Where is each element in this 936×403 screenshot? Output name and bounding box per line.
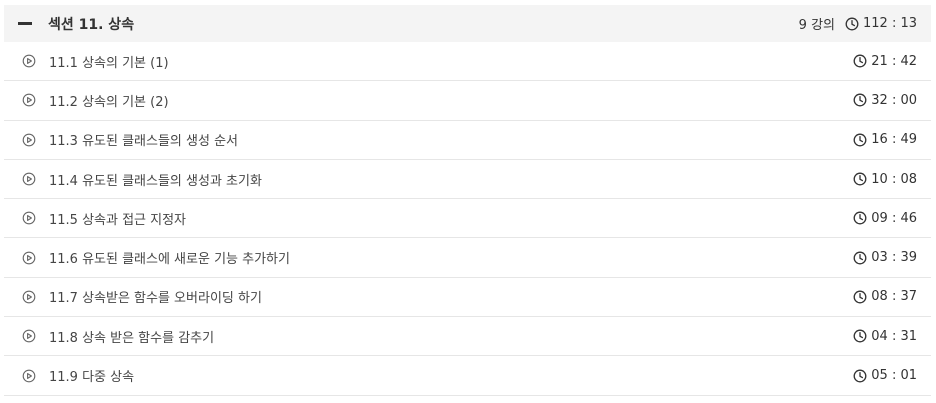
lecture-title: 11.3 유도된 클래스들의 생성 순서 <box>49 134 238 150</box>
lecture-duration: 10 : 08 <box>853 172 917 187</box>
lecture-title: 11.4 유도된 클래스들의 생성과 초기화 <box>49 173 262 189</box>
play-circle-icon <box>22 251 36 265</box>
duration-text: 04 : 31 <box>871 328 917 344</box>
play-circle-icon <box>22 54 36 68</box>
lecture-title: 11.5 상속과 접근 지정자 <box>49 212 187 228</box>
lecture-duration: 32 : 00 <box>853 93 917 108</box>
lecture-duration: 03 : 39 <box>853 250 917 265</box>
duration-text: 03 : 39 <box>871 250 917 266</box>
lecture-count: 9 강의 <box>798 18 835 33</box>
lecture-row[interactable]: 11.8 상속 받은 함수를 감추기 04 : 31 <box>4 317 931 357</box>
lecture-title: 11.6 유도된 클래스에 새로운 기능 추가하기 <box>49 252 290 268</box>
minus-icon[interactable] <box>18 22 32 25</box>
lecture-list: 11.1 상속의 기본 (1) 21 : 42 11.2 상속의 기본 (2) … <box>4 42 931 396</box>
clock-icon <box>853 172 867 186</box>
section-meta: 9 강의 112 : 13 <box>799 14 917 33</box>
lecture-title: 11.8 상속 받은 함수를 감추기 <box>49 330 215 346</box>
play-circle-icon <box>22 329 36 343</box>
play-circle-icon <box>22 211 36 225</box>
clock-icon <box>853 93 867 107</box>
lecture-duration: 09 : 46 <box>853 211 917 226</box>
curriculum-section: 섹션 11. 상속 9 강의 112 : 13 11.1 상속의 기본 (1) … <box>4 5 931 396</box>
duration-text: 16 : 49 <box>871 132 917 148</box>
lecture-row[interactable]: 11.3 유도된 클래스들의 생성 순서 16 : 49 <box>4 121 931 160</box>
play-circle-icon <box>22 172 36 186</box>
lecture-duration: 08 : 37 <box>853 289 917 304</box>
lecture-row[interactable]: 11.1 상속의 기본 (1) 21 : 42 <box>4 42 931 82</box>
duration-text: 09 : 46 <box>871 210 917 226</box>
lecture-duration: 21 : 42 <box>853 54 917 69</box>
total-duration: 112 : 13 <box>863 16 917 31</box>
clock-icon <box>853 133 867 147</box>
duration-text: 05 : 01 <box>871 368 917 384</box>
lecture-duration: 04 : 31 <box>853 329 917 344</box>
lecture-row[interactable]: 11.9 다중 상속 05 : 01 <box>4 356 931 396</box>
lecture-title: 11.1 상속의 기본 (1) <box>49 55 169 71</box>
clock-icon <box>853 211 867 225</box>
clock-icon <box>845 17 859 31</box>
duration-text: 21 : 42 <box>871 53 917 69</box>
play-circle-icon <box>22 93 36 107</box>
duration-text: 10 : 08 <box>871 171 917 187</box>
duration-text: 32 : 00 <box>871 92 917 108</box>
clock-icon <box>853 369 867 383</box>
duration-text: 08 : 37 <box>871 289 917 305</box>
lecture-row[interactable]: 11.4 유도된 클래스들의 생성과 초기화 10 : 08 <box>4 160 931 200</box>
lecture-row[interactable]: 11.6 유도된 클래스에 새로운 기능 추가하기 03 : 39 <box>4 238 931 278</box>
section-title: 섹션 11. 상속 <box>48 16 135 33</box>
play-circle-icon <box>22 290 36 304</box>
clock-icon <box>853 251 867 265</box>
lecture-title: 11.9 다중 상속 <box>49 370 135 386</box>
lecture-title: 11.2 상속의 기본 (2) <box>49 94 169 110</box>
lecture-duration: 16 : 49 <box>853 132 917 147</box>
lecture-row[interactable]: 11.7 상속받은 함수를 오버라이딩 하기 08 : 37 <box>4 278 931 318</box>
lecture-title: 11.7 상속받은 함수를 오버라이딩 하기 <box>49 291 262 307</box>
section-header[interactable]: 섹션 11. 상속 9 강의 112 : 13 <box>4 5 931 42</box>
lecture-row[interactable]: 11.2 상속의 기본 (2) 32 : 00 <box>4 81 931 121</box>
lecture-row[interactable]: 11.5 상속과 접근 지정자 09 : 46 <box>4 199 931 239</box>
clock-icon <box>853 329 867 343</box>
play-circle-icon <box>22 369 36 383</box>
play-circle-icon <box>22 133 36 147</box>
lecture-duration: 05 : 01 <box>853 368 917 383</box>
clock-icon <box>853 290 867 304</box>
clock-icon <box>853 54 867 68</box>
